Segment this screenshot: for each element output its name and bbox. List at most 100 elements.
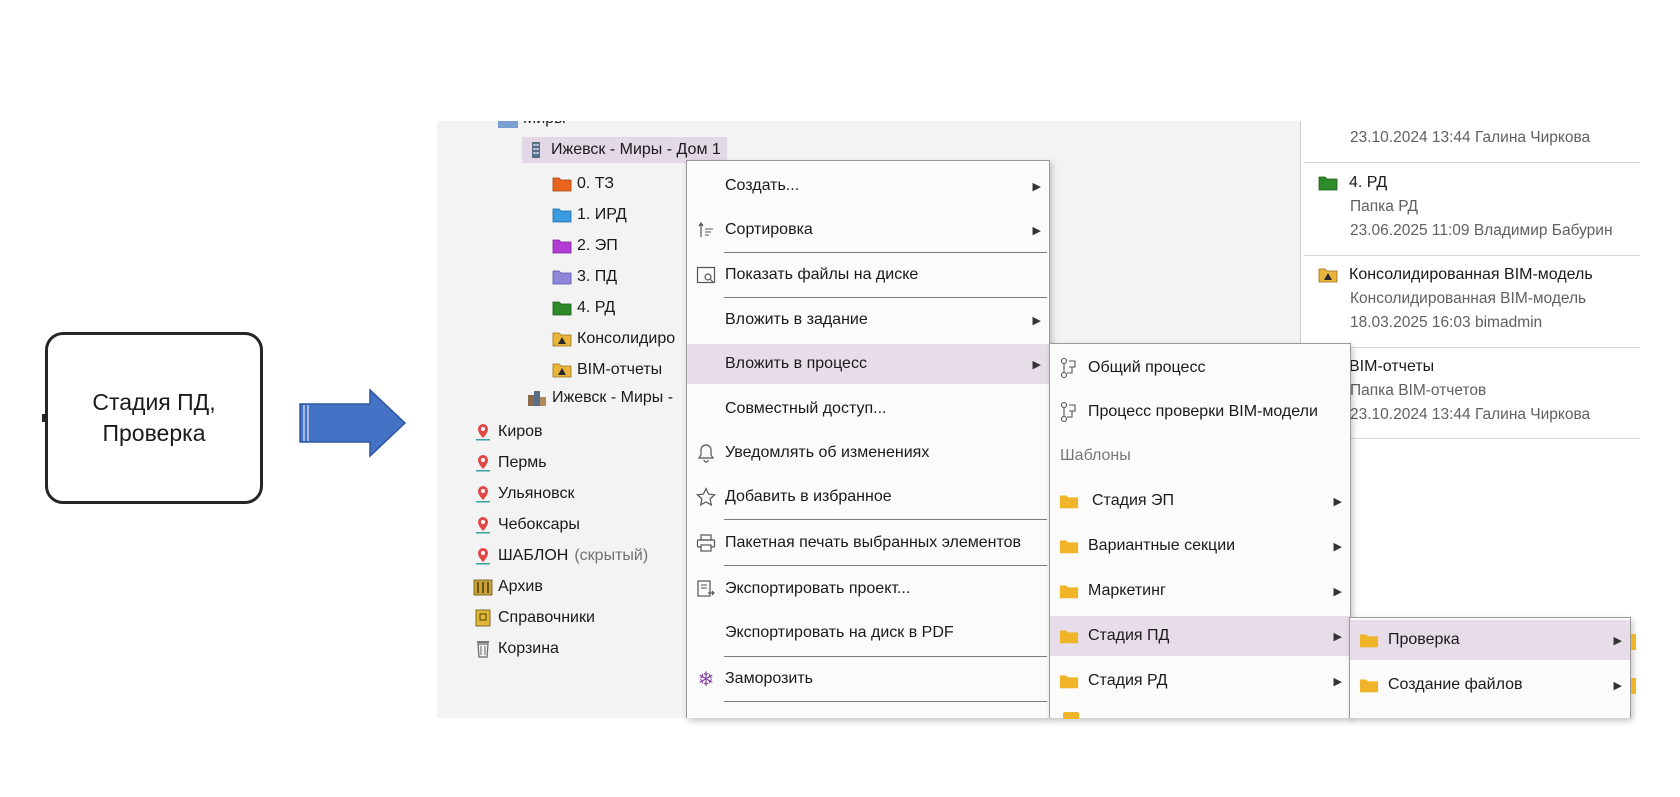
tree-item-references[interactable]: Справочники bbox=[473, 602, 648, 633]
book-icon bbox=[475, 609, 491, 626]
stage-node: Стадия ПД, Проверка bbox=[45, 332, 263, 504]
tree-item-ep[interactable]: 2. ЭП bbox=[552, 230, 675, 261]
chevron-right-icon: ▶ bbox=[1613, 679, 1622, 692]
chevron-right-icon: ▶ bbox=[1032, 314, 1041, 327]
folder-icon bbox=[552, 177, 572, 191]
menu-separator bbox=[724, 565, 1047, 566]
tree-item-archive[interactable]: Архив bbox=[473, 571, 648, 602]
export-icon bbox=[696, 578, 716, 600]
folder-icon bbox=[1359, 629, 1379, 651]
menu-item-attach-task[interactable]: Вложить в задание ▶ bbox=[687, 300, 1049, 340]
folder-icon bbox=[1631, 678, 1636, 694]
details-item-meta: 18.03.2025 16:03 bimadmin bbox=[1350, 314, 1543, 331]
location-pin-icon bbox=[476, 485, 490, 502]
menu-item-template-marketing[interactable]: Маркетинг ▶ bbox=[1050, 571, 1350, 611]
folder-icon bbox=[552, 301, 572, 315]
folder-icon bbox=[1059, 625, 1079, 647]
menu-item-export-project[interactable]: Экспортировать проект... bbox=[687, 569, 1049, 609]
menu-separator bbox=[724, 252, 1047, 253]
warning-folder-icon bbox=[552, 332, 572, 346]
menu-item-attach-process[interactable]: Вложить в процесс ▶ bbox=[687, 344, 1049, 384]
menu-item-template-rd[interactable]: Стадия РД ▶ bbox=[1050, 661, 1350, 701]
menu-item-notify[interactable]: Уведомлять об изменениях bbox=[687, 433, 1049, 473]
stage-node-line1: Стадия ПД, bbox=[92, 389, 216, 415]
location-pin-icon bbox=[476, 454, 490, 471]
tree-item-sibling[interactable]: Ижевск - Миры - bbox=[527, 386, 673, 410]
menu-item-show-files[interactable]: Показать файлы на диске bbox=[687, 255, 1049, 295]
menu-item-general-process[interactable]: Общий процесс bbox=[1050, 348, 1350, 388]
divider bbox=[1304, 255, 1640, 256]
chevron-right-icon: ▶ bbox=[1333, 675, 1342, 688]
menu-item-create-files[interactable]: Создание файлов ▶ bbox=[1350, 665, 1630, 705]
folder-icon bbox=[1059, 535, 1079, 557]
tree-item-trash[interactable]: Корзина bbox=[473, 633, 648, 664]
menu-item-bim-check-process[interactable]: Процесс проверки BIM-модели bbox=[1050, 392, 1350, 432]
archive-icon bbox=[473, 579, 493, 595]
folder-icon bbox=[552, 270, 572, 284]
details-item-bim-reports[interactable]: BIM-отчеты Папка BIM-отчетов 23.10.2024 … bbox=[1317, 355, 1637, 427]
tree-item-cheboksary[interactable]: Чебоксары bbox=[473, 509, 648, 540]
tree-item-rd[interactable]: 4. РД bbox=[552, 292, 675, 323]
menu-item-export-pdf[interactable]: Экспортировать на диск в PDF bbox=[687, 613, 1049, 653]
trash-icon bbox=[477, 640, 489, 658]
tree-item-template[interactable]: ШАБЛОН (скрытый) bbox=[473, 540, 648, 571]
details-item-subtitle: Папка РД bbox=[1350, 198, 1419, 215]
details-item-consolidated[interactable]: Консолидированная BIM-модель Консолидиро… bbox=[1317, 263, 1637, 335]
tree-item-perm[interactable]: Пермь bbox=[473, 447, 648, 478]
menu-item-share[interactable]: Совместный доступ... bbox=[687, 389, 1049, 429]
chevron-right-icon: ▶ bbox=[1032, 180, 1041, 193]
location-pin-icon bbox=[476, 423, 490, 440]
chevron-right-icon: ▶ bbox=[1333, 540, 1342, 553]
tree-item-pd[interactable]: 3. ПД bbox=[552, 261, 675, 292]
menu-item-sort[interactable]: Сортировка ▶ bbox=[687, 210, 1049, 250]
context-menu: Создать... ▶ Сортировка ▶ Показать файлы… bbox=[686, 160, 1050, 718]
folder-icon bbox=[1059, 580, 1079, 602]
tree-item-partial[interactable]: Миры bbox=[498, 121, 566, 129]
building-icon bbox=[498, 121, 518, 128]
tree-item-ulyanovsk[interactable]: Ульяновск bbox=[473, 478, 648, 509]
buildings-icon bbox=[528, 391, 546, 406]
details-item-subtitle: Папка BIM-отчетов bbox=[1350, 382, 1487, 399]
menu-item-check[interactable]: Проверка ▶ bbox=[1350, 620, 1630, 660]
tree-item-bim-reports[interactable]: BIM-отчеты bbox=[552, 354, 675, 385]
folder-icon bbox=[1318, 176, 1338, 191]
tree-item-kirov[interactable]: Киров bbox=[473, 416, 648, 447]
star-icon bbox=[696, 486, 716, 508]
menu-item-batch-print[interactable]: Пакетная печать выбранных элементов bbox=[687, 523, 1049, 563]
chevron-right-icon: ▶ bbox=[1032, 224, 1041, 237]
details-item-rd[interactable]: 4. РД Папка РД 23.06.2025 11:09 Владимир… bbox=[1317, 171, 1637, 243]
hidden-note: (скрытый) bbox=[574, 546, 649, 564]
menu-item-freeze[interactable]: ❄ Заморозить bbox=[687, 659, 1049, 699]
menu-separator bbox=[724, 656, 1047, 657]
folder-icon bbox=[552, 239, 572, 253]
tree-children: 0. ТЗ 1. ИРД 2. ЭП 3. ПД 4. РД Консолиди… bbox=[552, 168, 675, 385]
tree-roots: Киров Пермь Ульяновск Чебоксары ШАБЛОН (… bbox=[473, 416, 648, 664]
chevron-right-icon: ▶ bbox=[1333, 585, 1342, 598]
tree-item-label: Ижевск - Миры - Дом 1 bbox=[551, 141, 721, 158]
printer-icon bbox=[696, 532, 716, 554]
tree-item-consolidated[interactable]: Консолидиро bbox=[552, 323, 675, 354]
menu-item-favorite[interactable]: Добавить в избранное bbox=[687, 477, 1049, 517]
templates-label: Шаблоны bbox=[1060, 447, 1131, 464]
details-item-subtitle: Консолидированная BIM-модель bbox=[1350, 290, 1587, 307]
location-pin-icon bbox=[476, 547, 490, 564]
tree-item-tz[interactable]: 0. ТЗ bbox=[552, 168, 675, 199]
folder-icon bbox=[552, 208, 572, 222]
folder-icon bbox=[1631, 634, 1636, 650]
sort-icon bbox=[696, 219, 716, 241]
details-item-title: 4. РД bbox=[1349, 174, 1388, 191]
building-icon bbox=[532, 142, 540, 158]
menu-item-template-variants[interactable]: Вариантные секции ▶ bbox=[1050, 526, 1350, 566]
menu-item-template-pd[interactable]: Стадия ПД ▶ bbox=[1050, 616, 1350, 656]
tree-item-ird[interactable]: 1. ИРД bbox=[552, 199, 675, 230]
menu-item-template-ep[interactable]: Стадия ЭП ▶ bbox=[1050, 481, 1350, 521]
menu-item-create[interactable]: Создать... ▶ bbox=[687, 166, 1049, 206]
details-item-meta: 23.06.2025 11:09 Владимир Бабурин bbox=[1350, 222, 1613, 239]
stage-node-line2: Проверка bbox=[102, 420, 206, 446]
details-meta-top: 23.10.2024 13:44 Галина Чиркова bbox=[1350, 129, 1591, 146]
menu-separator bbox=[724, 701, 1047, 702]
process-submenu: Общий процесс Процесс проверки BIM-модел… bbox=[1049, 343, 1351, 719]
menu-separator bbox=[724, 519, 1047, 520]
warning-folder-icon bbox=[552, 363, 572, 377]
folder-icon bbox=[1063, 712, 1079, 719]
